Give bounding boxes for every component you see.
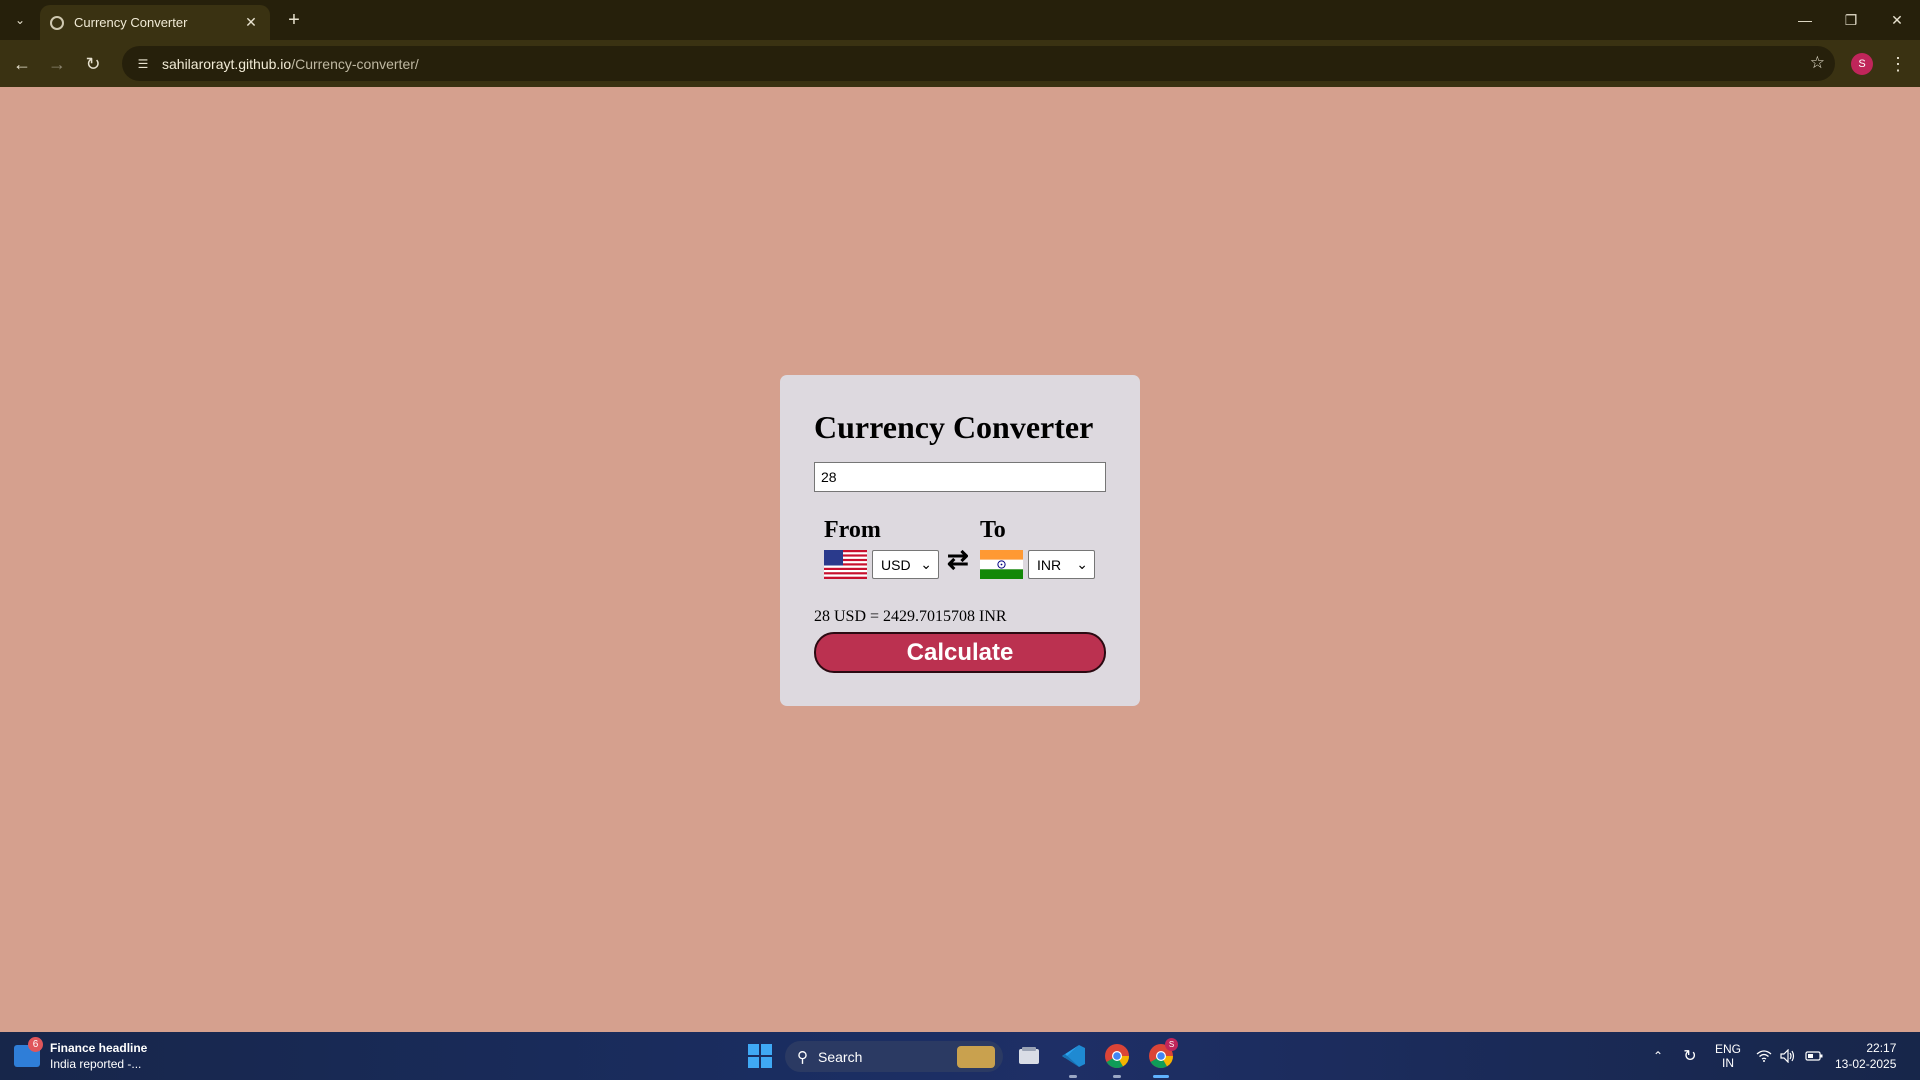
chrome-profile-icon[interactable]: S [1145, 1038, 1178, 1078]
search-icon: ⚲ [797, 1048, 808, 1066]
star-icon[interactable]: ☆ [1810, 53, 1825, 73]
tab-title: Currency Converter [74, 15, 188, 30]
calculate-button[interactable]: Calculate [814, 632, 1106, 673]
close-icon[interactable]: ✕ [242, 14, 260, 31]
browser-tab-bar: ⌄ Currency Converter ✕ + — ❐ ✕ [0, 0, 1920, 40]
browser-toolbar: ← → ↻ ☰ sahilarorayt.github.io/Currency-… [0, 40, 1920, 87]
close-window-icon[interactable]: ✕ [1874, 0, 1920, 40]
from-currency-select[interactable]: USD ⌄ [872, 550, 939, 579]
file-explorer-icon[interactable] [1013, 1040, 1045, 1072]
windows-logo-icon [748, 1044, 772, 1068]
news-widget[interactable]: 6 Finance headline India reported -... [14, 1037, 148, 1072]
restore-icon[interactable]: ❐ [1828, 0, 1874, 40]
vscode-icon[interactable] [1057, 1040, 1089, 1078]
globe-icon [50, 15, 64, 30]
chrome-icon[interactable] [1101, 1040, 1133, 1078]
india-flag-icon [980, 550, 1023, 579]
finance-widget-icon: 6 [14, 1037, 43, 1067]
back-arrow-icon[interactable]: ← [8, 50, 36, 78]
forward-arrow-icon[interactable]: → [43, 50, 71, 78]
kebab-menu-icon[interactable]: ⋮ [1888, 50, 1908, 78]
profile-badge: S [1165, 1038, 1178, 1051]
to-block: To INR ⌄ [980, 517, 1095, 579]
volume-icon[interactable] [1778, 1040, 1798, 1072]
browser-tab[interactable]: Currency Converter ✕ [40, 5, 270, 40]
conversion-result: 28 USD = 2429.7015708 INR [814, 608, 1007, 625]
chevron-up-icon[interactable]: ⌃ [1648, 1040, 1668, 1072]
address-bar[interactable]: ☰ sahilarorayt.github.io/Currency-conver… [122, 46, 1835, 81]
reload-icon[interactable]: ↻ [79, 50, 107, 78]
language-indicator[interactable]: ENG IN [1712, 1040, 1744, 1072]
battery-icon[interactable] [1802, 1040, 1826, 1072]
profile-avatar[interactable]: S [1851, 53, 1873, 75]
url-text: sahilarorayt.github.io/Currency-converte… [162, 55, 419, 72]
to-currency-select[interactable]: INR ⌄ [1028, 550, 1095, 579]
plus-icon[interactable]: + [282, 8, 306, 32]
amount-input[interactable] [814, 462, 1106, 492]
chevron-down-icon: ⌄ [920, 556, 932, 572]
start-button[interactable] [744, 1040, 776, 1072]
site-info-icon[interactable]: ☰ [134, 55, 152, 73]
taskbar-search[interactable]: ⚲ Search [785, 1041, 1003, 1072]
us-flag-icon [824, 550, 867, 579]
minimize-icon[interactable]: — [1782, 0, 1828, 40]
widget-subtitle: India reported -... [50, 1057, 142, 1071]
from-block: From USD ⌄ [824, 517, 939, 579]
wifi-icon[interactable] [1754, 1040, 1774, 1072]
swap-arrows-icon[interactable]: ⇄ [947, 544, 969, 575]
tab-list-icon[interactable]: ⌄ [8, 8, 32, 32]
widget-title: Finance headline [50, 1041, 148, 1055]
system-clock[interactable]: 22:17 13-02-2025 [1835, 1040, 1896, 1072]
from-label: From [824, 517, 881, 543]
converter-card: Currency Converter From USD ⌄ ⇄ To [780, 375, 1140, 706]
window-controls: — ❐ ✕ [1782, 0, 1920, 40]
to-label: To [980, 517, 1006, 543]
sync-icon[interactable]: ↻ [1678, 1040, 1702, 1072]
notification-badge: 6 [28, 1037, 43, 1052]
search-highlight-icon [957, 1046, 995, 1068]
taskbar: 6 Finance headline India reported -... ⚲… [0, 1032, 1920, 1080]
page-title: Currency Converter [814, 409, 1094, 445]
chevron-down-icon: ⌄ [1076, 556, 1088, 572]
